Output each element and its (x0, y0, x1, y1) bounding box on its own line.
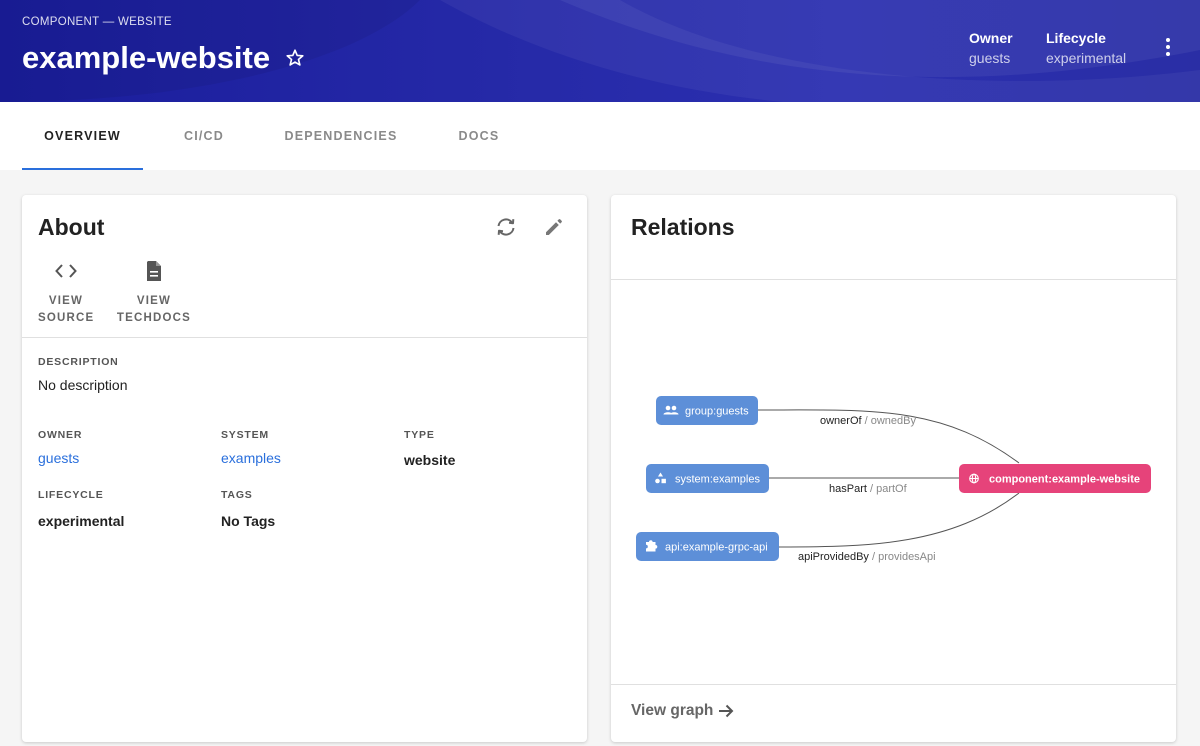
owner-value: guests (969, 50, 1011, 66)
description-icon (147, 261, 161, 281)
lifecycle-field-value: experimental (38, 513, 125, 529)
header-owner: Owner guests (969, 30, 1013, 66)
page-title: example-website (22, 40, 271, 75)
view-graph-link[interactable]: View graph (631, 702, 735, 720)
lifecycle-label: Lifecycle (1046, 30, 1106, 46)
page-header: COMPONENT — WEBSITE example-website Owne… (0, 0, 1200, 102)
about-title: About (38, 214, 105, 240)
header-lifecycle: Lifecycle experimental (1046, 30, 1126, 66)
relations-graph: ownerOf / ownedBy hasPart / partOf apiPr… (636, 396, 1151, 563)
relations-title: Relations (631, 214, 735, 240)
description-label: DESCRIPTION (38, 356, 119, 368)
view-source-line2: SOURCE (38, 312, 95, 324)
lifecycle-field-label: LIFECYCLE (38, 489, 104, 501)
about-divider (22, 337, 587, 338)
edge-api (778, 492, 1020, 548)
owner-label: Owner (969, 30, 1013, 46)
node-system-examples[interactable]: system:examples (646, 464, 769, 493)
tags-field-label: TAGS (221, 489, 253, 501)
edit-icon[interactable] (542, 215, 566, 239)
relations-card: Relations ownerOf / ownedBy hasPart / pa… (611, 195, 1176, 742)
node-component-label: component:example-website (989, 474, 1140, 486)
system-field-label: SYSTEM (221, 429, 269, 441)
breadcrumb: COMPONENT — WEBSITE (22, 16, 172, 28)
node-system-label: system:examples (675, 474, 760, 486)
tab-dependencies[interactable]: DEPENDENCIES (272, 102, 410, 170)
tab-overview[interactable]: OVERVIEW (22, 102, 143, 170)
arrow-forward-icon (719, 704, 734, 718)
edge-api-label: apiProvidedBy / providesApi (798, 551, 936, 563)
relations-divider-bottom (611, 684, 1176, 685)
edge-owner-label: ownerOf / ownedBy (820, 415, 916, 427)
type-field-label: TYPE (404, 429, 435, 441)
node-group-guests[interactable]: group:guests (656, 396, 758, 425)
owner-link[interactable]: guests (38, 450, 79, 466)
type-value: website (404, 452, 456, 468)
system-link[interactable]: examples (221, 450, 281, 466)
tab-indicator (22, 168, 143, 170)
code-icon (55, 264, 77, 278)
owner-field-label: OWNER (38, 429, 83, 441)
refresh-icon[interactable] (494, 215, 518, 239)
view-techdocs-button[interactable]: VIEW TECHDOCS (116, 260, 192, 327)
tab-cicd[interactable]: CI/CD (160, 102, 248, 170)
view-graph-label: View graph (631, 702, 714, 719)
node-component-example-website[interactable]: component:example-website (959, 464, 1151, 493)
view-techdocs-line1: VIEW (136, 295, 172, 307)
lifecycle-value: experimental (1046, 50, 1127, 66)
tab-bar: OVERVIEW CI/CD DEPENDENCIES DOCS (0, 102, 1200, 170)
edge-part-label: hasPart / partOf (829, 483, 908, 495)
star-icon[interactable] (284, 47, 306, 69)
view-source-line1: VIEW (48, 295, 84, 307)
node-api-label: api:example-grpc-api (665, 542, 768, 554)
node-group-label: group:guests (685, 406, 749, 418)
view-source-button[interactable]: VIEW SOURCE (38, 260, 94, 327)
tags-value: No Tags (221, 513, 276, 529)
view-techdocs-line2: TECHDOCS (116, 312, 192, 324)
description-value: No description (38, 377, 128, 393)
tab-docs[interactable]: DOCS (440, 102, 518, 170)
node-api-example-grpc-api[interactable]: api:example-grpc-api (636, 532, 779, 561)
about-card: About VIEW SOURCE VIEW TECHDOCS DESCRIPT… (22, 195, 587, 742)
more-vert-icon[interactable] (1160, 36, 1176, 58)
